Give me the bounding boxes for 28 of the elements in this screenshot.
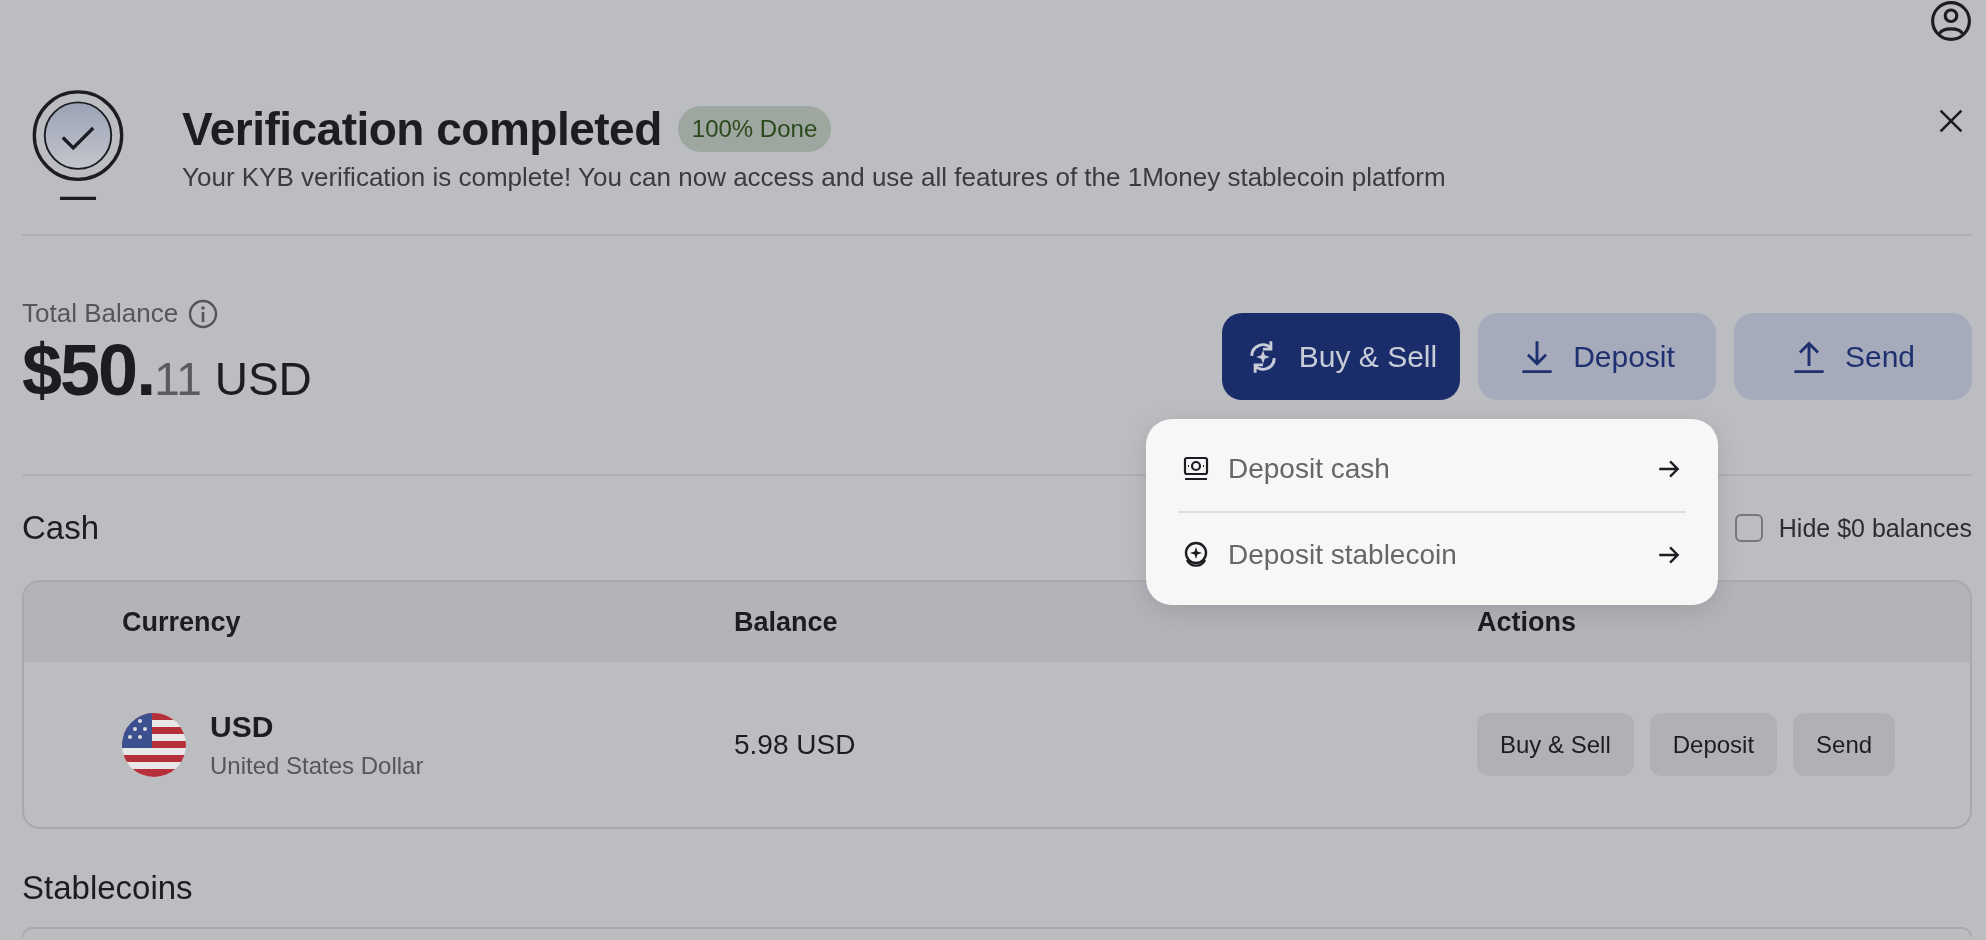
info-icon[interactable]: [188, 298, 219, 329]
action-button[interactable]: Deposit: [1478, 313, 1716, 400]
column-header: Currency: [122, 606, 242, 638]
action-button[interactable]: Send: [1734, 313, 1972, 400]
banner-title: Verification completed: [182, 102, 662, 156]
currency-code: USD: [210, 709, 275, 744]
currency-name: United States Dollar: [210, 751, 424, 780]
column-header: Actions: [1477, 606, 1577, 638]
balance-value: 5.98 USD: [734, 728, 857, 761]
profile-icon[interactable]: [1930, 0, 1972, 42]
menu-item[interactable]: Deposit cash: [1178, 427, 1686, 511]
column-header: Balance: [734, 606, 839, 638]
menu-item[interactable]: Deposit stablecoin: [1178, 513, 1686, 597]
row-action-button[interactable]: Send: [1793, 713, 1896, 776]
action-button[interactable]: Buy & Sell: [1222, 313, 1460, 400]
coin-icon: [1182, 541, 1210, 569]
progress-badge: 100% Done: [677, 106, 832, 152]
checkbox-label: Hide $0 balances: [1778, 513, 1972, 543]
section-title: Cash: [22, 509, 100, 547]
row-action-button[interactable]: Buy & Sell: [1477, 713, 1634, 776]
banknote-icon: [1182, 455, 1210, 483]
close-icon[interactable]: [1938, 108, 1964, 134]
banner-message: Your KYB verification is complete! You can now access and use all features of the 1Money stablecoin platform: [182, 162, 1447, 193]
balance-label: Total Balance: [22, 298, 179, 329]
checkbox[interactable]: [1734, 514, 1763, 542]
balance-amount: $50.11 USD: [22, 331, 312, 411]
row-action-button[interactable]: Deposit: [1649, 713, 1778, 776]
section-title: Stablecoins: [22, 869, 194, 907]
